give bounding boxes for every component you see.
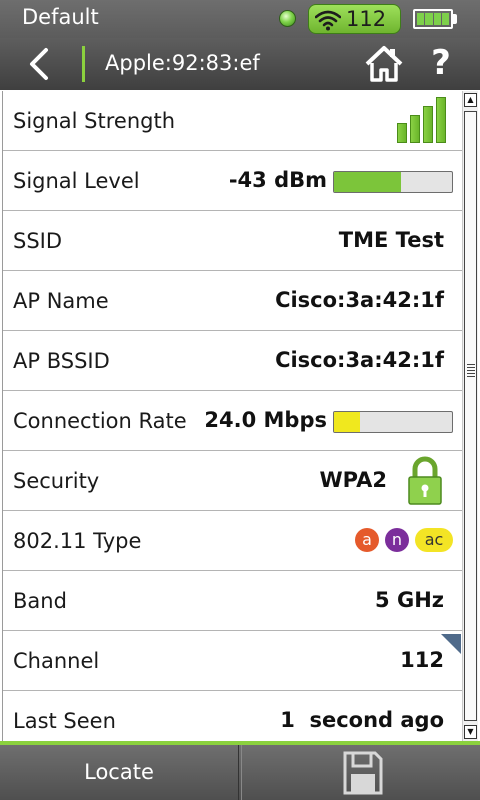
corner-flag-icon[interactable] bbox=[441, 634, 461, 654]
connection-rate-value: 24.0 Mbps bbox=[204, 408, 327, 432]
locate-button[interactable]: Locate bbox=[0, 745, 239, 800]
header-divider bbox=[82, 46, 85, 82]
last-seen-value: 1 second ago bbox=[280, 708, 444, 732]
save-icon bbox=[343, 751, 383, 795]
scroll-up-arrow-icon[interactable]: ▲ bbox=[464, 93, 477, 107]
ap-bssid-label: AP BSSID bbox=[13, 349, 110, 373]
ssid-value: TME Test bbox=[338, 228, 444, 252]
ap-name-value: Cisco:3a:42:1f bbox=[275, 288, 444, 312]
home-icon bbox=[365, 46, 403, 82]
badge-n: n bbox=[385, 528, 409, 552]
security-label: Security bbox=[13, 469, 100, 493]
signal-bars-icon bbox=[397, 97, 449, 143]
signal-level-meter bbox=[333, 171, 453, 193]
scroll-grip-icon bbox=[467, 364, 475, 378]
band-value: 5 GHz bbox=[375, 588, 444, 612]
connection-rate-meter bbox=[333, 411, 453, 433]
wifi-status-pill[interactable]: 112 bbox=[308, 4, 401, 34]
connection-rate-meter-fill bbox=[334, 412, 360, 432]
signal-strength-label: Signal Strength bbox=[13, 109, 176, 133]
signal-level-label: Signal Level bbox=[13, 169, 140, 193]
home-button[interactable] bbox=[364, 44, 404, 84]
row-ap-name[interactable]: AP Name Cisco:3a:42:1f bbox=[3, 271, 462, 331]
signal-level-value: -43 dBm bbox=[228, 168, 327, 192]
lock-icon bbox=[408, 456, 442, 505]
save-button[interactable] bbox=[241, 745, 480, 800]
row-security[interactable]: Security WPA2 bbox=[3, 451, 462, 511]
row-80211-type[interactable]: 802.11 Type a n ac bbox=[3, 511, 462, 571]
profile-name[interactable]: Default bbox=[22, 5, 99, 29]
row-last-seen[interactable]: Last Seen 1 second ago bbox=[3, 691, 462, 741]
last-seen-label: Last Seen bbox=[13, 709, 116, 733]
bottom-bar: Locate bbox=[0, 745, 480, 800]
help-button[interactable]: ? bbox=[426, 42, 456, 84]
80211-type-label: 802.11 Type bbox=[13, 529, 142, 553]
signal-level-meter-fill bbox=[334, 172, 402, 192]
row-ap-bssid[interactable]: AP BSSID Cisco:3a:42:1f bbox=[3, 331, 462, 391]
80211-badges: a n ac bbox=[355, 528, 453, 552]
band-label: Band bbox=[13, 589, 67, 613]
status-bar: Default 112 bbox=[0, 0, 480, 38]
status-led-icon bbox=[279, 10, 296, 27]
back-button[interactable] bbox=[20, 46, 60, 82]
row-signal-level[interactable]: Signal Level -43 dBm bbox=[3, 151, 462, 211]
battery-tip bbox=[453, 14, 457, 24]
row-band[interactable]: Band 5 GHz bbox=[3, 571, 462, 631]
row-ssid[interactable]: SSID TME Test bbox=[3, 211, 462, 271]
badge-a: a bbox=[355, 528, 379, 552]
chevron-left-icon bbox=[30, 48, 48, 80]
channel-value: 112 bbox=[400, 648, 444, 672]
row-channel[interactable]: Channel 112 bbox=[3, 631, 462, 691]
page-title: Apple:92:83:ef bbox=[105, 51, 260, 75]
connection-rate-label: Connection Rate bbox=[13, 409, 187, 433]
scroll-down-arrow-icon[interactable]: ▼ bbox=[464, 725, 477, 739]
detail-list[interactable]: Signal Strength Signal Level -43 dBm SSI… bbox=[2, 91, 462, 741]
ap-name-label: AP Name bbox=[13, 289, 109, 313]
row-signal-strength[interactable]: Signal Strength bbox=[3, 91, 462, 151]
scroll-thumb[interactable] bbox=[464, 111, 477, 721]
ssid-label: SSID bbox=[13, 229, 63, 253]
wifi-icon bbox=[315, 10, 341, 31]
row-connection-rate[interactable]: Connection Rate 24.0 Mbps bbox=[3, 391, 462, 451]
ap-bssid-value: Cisco:3a:42:1f bbox=[275, 348, 444, 372]
battery-icon bbox=[413, 9, 453, 29]
security-value: WPA2 bbox=[319, 468, 388, 492]
wifi-count: 112 bbox=[346, 7, 387, 31]
scrollbar[interactable]: ▲ ▼ bbox=[462, 91, 478, 741]
badge-ac: ac bbox=[415, 528, 453, 552]
channel-label: Channel bbox=[13, 649, 100, 673]
header-bar: Apple:92:83:ef ? bbox=[0, 38, 480, 90]
